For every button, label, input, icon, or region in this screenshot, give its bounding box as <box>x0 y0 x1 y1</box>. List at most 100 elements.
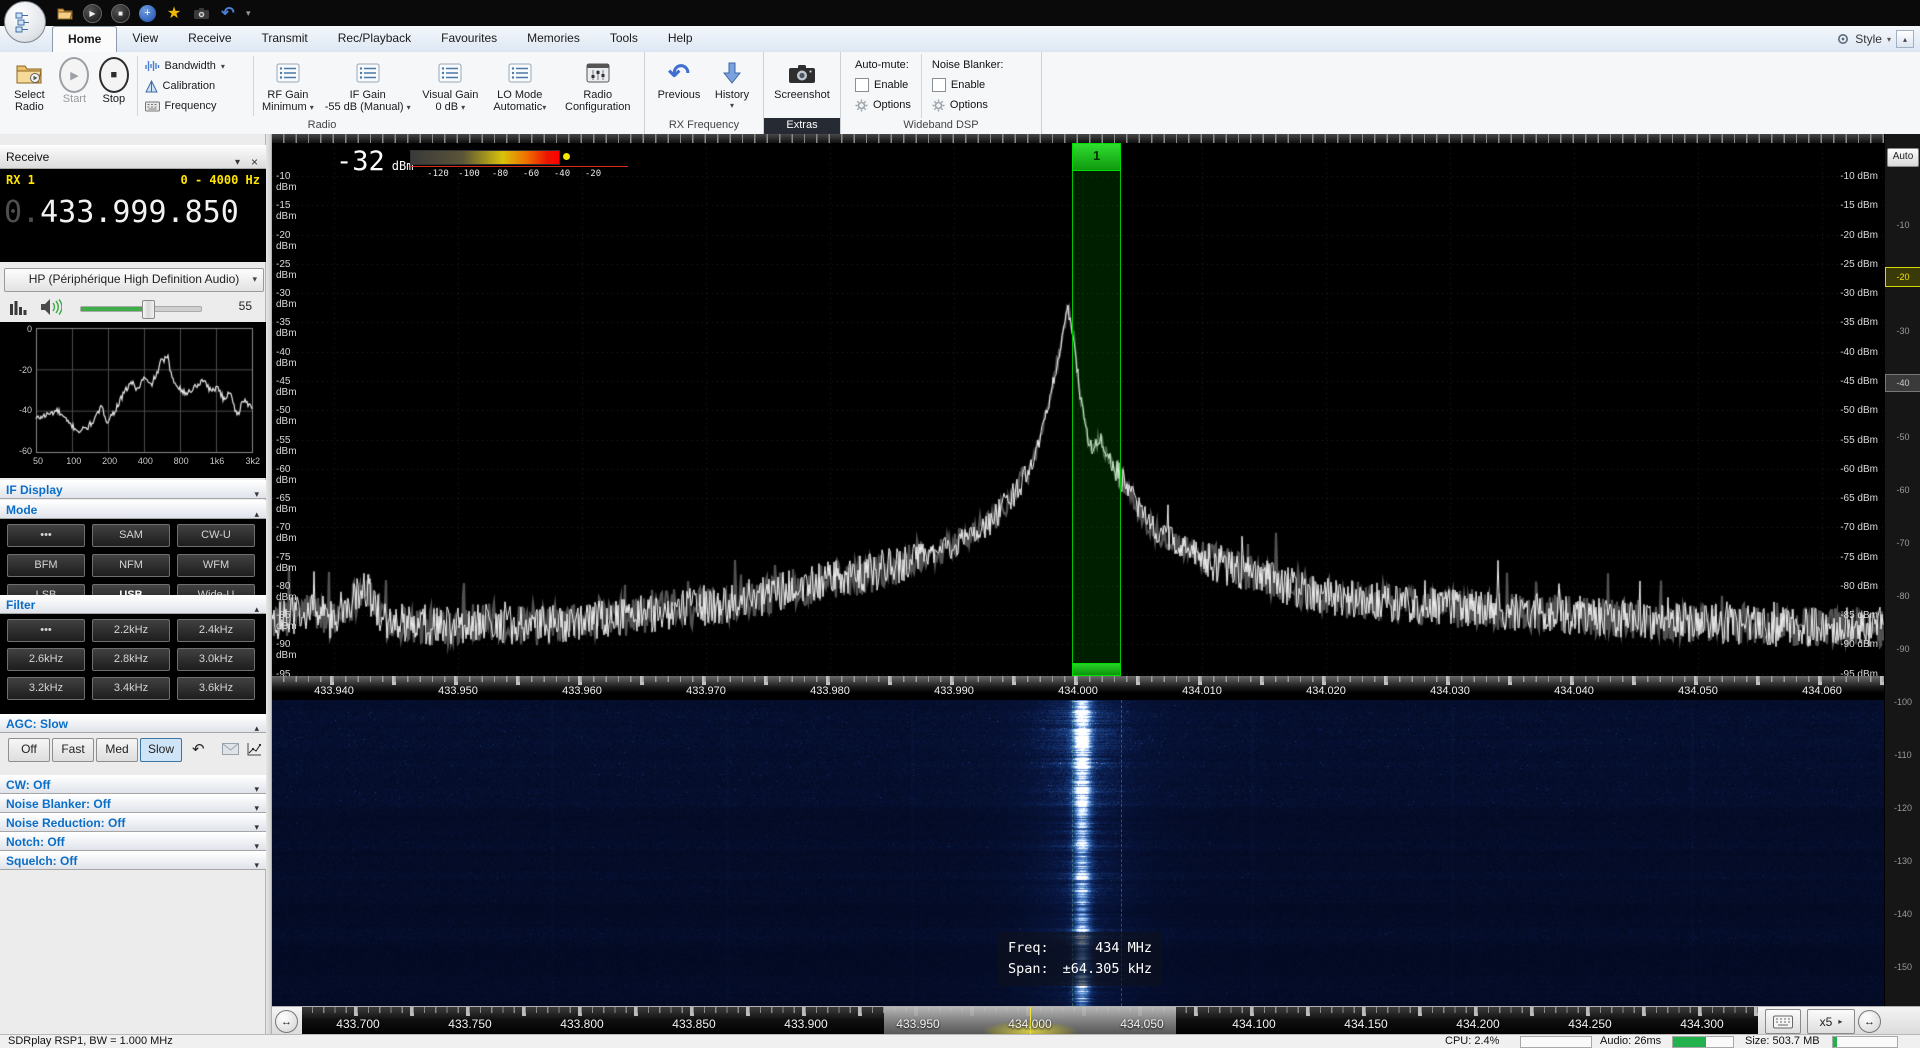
keyboard-icon <box>1773 1015 1793 1028</box>
add-icon[interactable]: + <box>139 4 156 22</box>
volume-value: 55 <box>238 299 252 313</box>
if-gain-button[interactable]: IF Gain -55 dB (Manual) ▾ <box>319 54 417 118</box>
range-handle-bottom[interactable]: -40 <box>1885 374 1920 392</box>
open-folder-icon[interactable] <box>56 4 74 22</box>
nav-freq-label-0: 433.700 <box>336 1017 380 1031</box>
mode-button-sam[interactable]: SAM <box>92 524 170 547</box>
auto-range-button[interactable]: Auto <box>1887 148 1919 167</box>
stop-icon[interactable]: ■ <box>111 3 130 23</box>
db-label-left-6: -40 dBm <box>276 346 297 369</box>
spectrum-range-slider[interactable]: Auto -10 -20 -30 -40 -50 -60 -70 -80 -90 -100 -110… <box>1884 134 1920 1006</box>
start-button[interactable]: ▶ Start <box>55 54 94 118</box>
tab-receive[interactable]: Receive <box>173 26 246 51</box>
agc-undo-icon[interactable]: ↶ <box>192 740 205 758</box>
agc-button-off[interactable]: Off <box>8 738 50 762</box>
tab-rec-playback[interactable]: Rec/Playback <box>323 26 426 51</box>
agc-mail-icon[interactable] <box>222 743 239 755</box>
receive-panel-header[interactable]: Receive ▾ × <box>0 145 266 169</box>
frequency-nav-ruler[interactable]: 433.700 433.750 433.800 433.850 433.900 433.9… <box>302 1007 1758 1035</box>
tab-tools[interactable]: Tools <box>595 26 653 51</box>
favourite-star-icon[interactable]: ★ <box>165 4 183 22</box>
filter-button-3-6khz[interactable]: 3.6kHz <box>177 677 255 700</box>
filter-button-3-0khz[interactable]: 3.0kHz <box>177 648 255 671</box>
play-icon[interactable]: ▶ <box>83 3 102 23</box>
calibration-button[interactable]: Calibration <box>144 77 246 96</box>
section-header-agc[interactable]: AGC: Slow ▴ <box>0 714 266 733</box>
select-radio-button[interactable]: Select Radio <box>4 54 55 118</box>
speaker-icon[interactable] <box>40 298 62 316</box>
frequency-button[interactable]: Frequency <box>144 97 246 116</box>
nav-scroll-right-button[interactable]: ↔ <box>1858 1010 1881 1033</box>
section-header-mode[interactable]: Mode ▴ <box>0 500 266 519</box>
waterfall-palette-bar[interactable] <box>410 150 560 165</box>
app-menu-button[interactable] <box>4 1 46 43</box>
equalizer-icon[interactable] <box>10 300 27 315</box>
mode-button-cw-u[interactable]: CW-U <box>177 524 255 547</box>
mode-button-[interactable]: ••• <box>7 524 85 547</box>
tuned-frequency-display[interactable]: 0.433.999.850 <box>4 195 239 230</box>
tab-help[interactable]: Help <box>653 26 708 51</box>
style-selector[interactable]: Style <box>1855 32 1882 46</box>
section-header-if-display[interactable]: IF Display ▾ <box>0 480 266 499</box>
group-caption-rx-frequency: RX Frequency <box>668 119 740 131</box>
mode-button-wfm[interactable]: WFM <box>177 554 255 577</box>
radio-configuration-button[interactable]: Radio Configuration <box>555 54 640 118</box>
filter-button-3-2khz[interactable]: 3.2kHz <box>7 677 85 700</box>
tab-transmit[interactable]: Transmit <box>247 26 323 51</box>
filter-button-2-2khz[interactable]: 2.2kHz <box>92 619 170 642</box>
keyboard-entry-button[interactable] <box>1765 1009 1801 1034</box>
filter-button-2-6khz[interactable]: 2.6kHz <box>7 648 85 671</box>
audio-range-label: 0 - 4000 Hz <box>180 173 260 187</box>
previous-button[interactable]: ↶ Previous <box>651 54 707 118</box>
mode-button-nfm[interactable]: NFM <box>92 554 170 577</box>
lo-mode-button[interactable]: LO Mode Automatic▾ <box>484 54 555 118</box>
agc-button-med[interactable]: Med <box>96 738 138 762</box>
screenshot-button[interactable]: Screenshot <box>768 54 836 118</box>
filter-button-3-4khz[interactable]: 3.4kHz <box>92 677 170 700</box>
tab-corner-controls: Style ▾ ▴ <box>1836 30 1914 48</box>
section-header-notch[interactable]: Notch: Off ▾ <box>0 832 266 851</box>
mode-button-bfm[interactable]: BFM <box>7 554 85 577</box>
volume-slider-handle[interactable] <box>142 300 155 319</box>
audio-graph-xlabel-1: 100 <box>66 456 82 466</box>
screenshot-camera-icon <box>789 57 815 89</box>
tab-favourites[interactable]: Favourites <box>426 26 512 51</box>
nav-scroll-left-button[interactable]: ↔ <box>275 1010 298 1033</box>
agc-graph-icon[interactable] <box>247 742 262 756</box>
section-header-noise-blanker[interactable]: Noise Blanker: Off ▾ <box>0 794 266 813</box>
visual-gain-button[interactable]: Visual Gain 0 dB ▾ <box>417 54 485 118</box>
device-caret-icon: ▾ <box>252 274 257 284</box>
agc-button-slow[interactable]: Slow <box>140 738 182 762</box>
tab-home[interactable]: Home <box>52 26 118 52</box>
camera-icon[interactable] <box>192 4 210 22</box>
qat-more-icon[interactable]: ▾ <box>246 8 251 19</box>
section-header-squelch[interactable]: Squelch: Off ▾ <box>0 851 266 870</box>
stop-button[interactable]: ■ Stop <box>94 54 133 118</box>
rx-band-number[interactable]: 1 <box>1071 143 1122 171</box>
agc-button-fast[interactable]: Fast <box>52 738 94 762</box>
tab-view[interactable]: View <box>117 26 173 51</box>
automute-enable-checkbox[interactable]: Enable <box>855 77 911 93</box>
audio-device-select[interactable]: HP (Périphérique High Definition Audio) ▾ <box>4 268 264 292</box>
noise-blanker-options-button[interactable]: Options <box>932 97 1004 113</box>
section-header-noise-reduction[interactable]: Noise Reduction: Off ▾ <box>0 813 266 832</box>
rf-gain-button[interactable]: RF Gain Minimum ▾ <box>257 54 319 118</box>
filter-button-more[interactable]: ••• <box>7 619 85 642</box>
history-button[interactable]: History ▾ <box>707 54 757 118</box>
noise-blanker-enable-checkbox[interactable]: Enable <box>931 77 1004 93</box>
ribbon-collapse-button[interactable]: ▴ <box>1896 30 1914 48</box>
undo-icon[interactable]: ↶ <box>219 4 237 22</box>
volume-slider[interactable] <box>80 300 202 319</box>
section-header-filter[interactable]: Filter ▴ <box>0 595 266 614</box>
range-handle-top[interactable]: -20 <box>1885 267 1920 287</box>
zoom-step-button[interactable]: x5 ▸ <box>1807 1009 1855 1034</box>
section-header-cw[interactable]: CW: Off ▾ <box>0 775 266 794</box>
tab-memories[interactable]: Memories <box>512 26 595 51</box>
bandwidth-button[interactable]: Bandwidth ▾ <box>144 57 246 76</box>
list-icon <box>508 57 532 89</box>
tuned-band-marker[interactable]: 1 <box>1071 143 1122 676</box>
filter-button-2-4khz[interactable]: 2.4kHz <box>177 619 255 642</box>
automute-options-button[interactable]: Options <box>855 97 911 113</box>
spectrum-frequency-ruler[interactable]: 433.940 433.950 433.960 433.970 433.980 433.9… <box>272 676 1884 700</box>
filter-button-2-8khz[interactable]: 2.8kHz <box>92 648 170 671</box>
